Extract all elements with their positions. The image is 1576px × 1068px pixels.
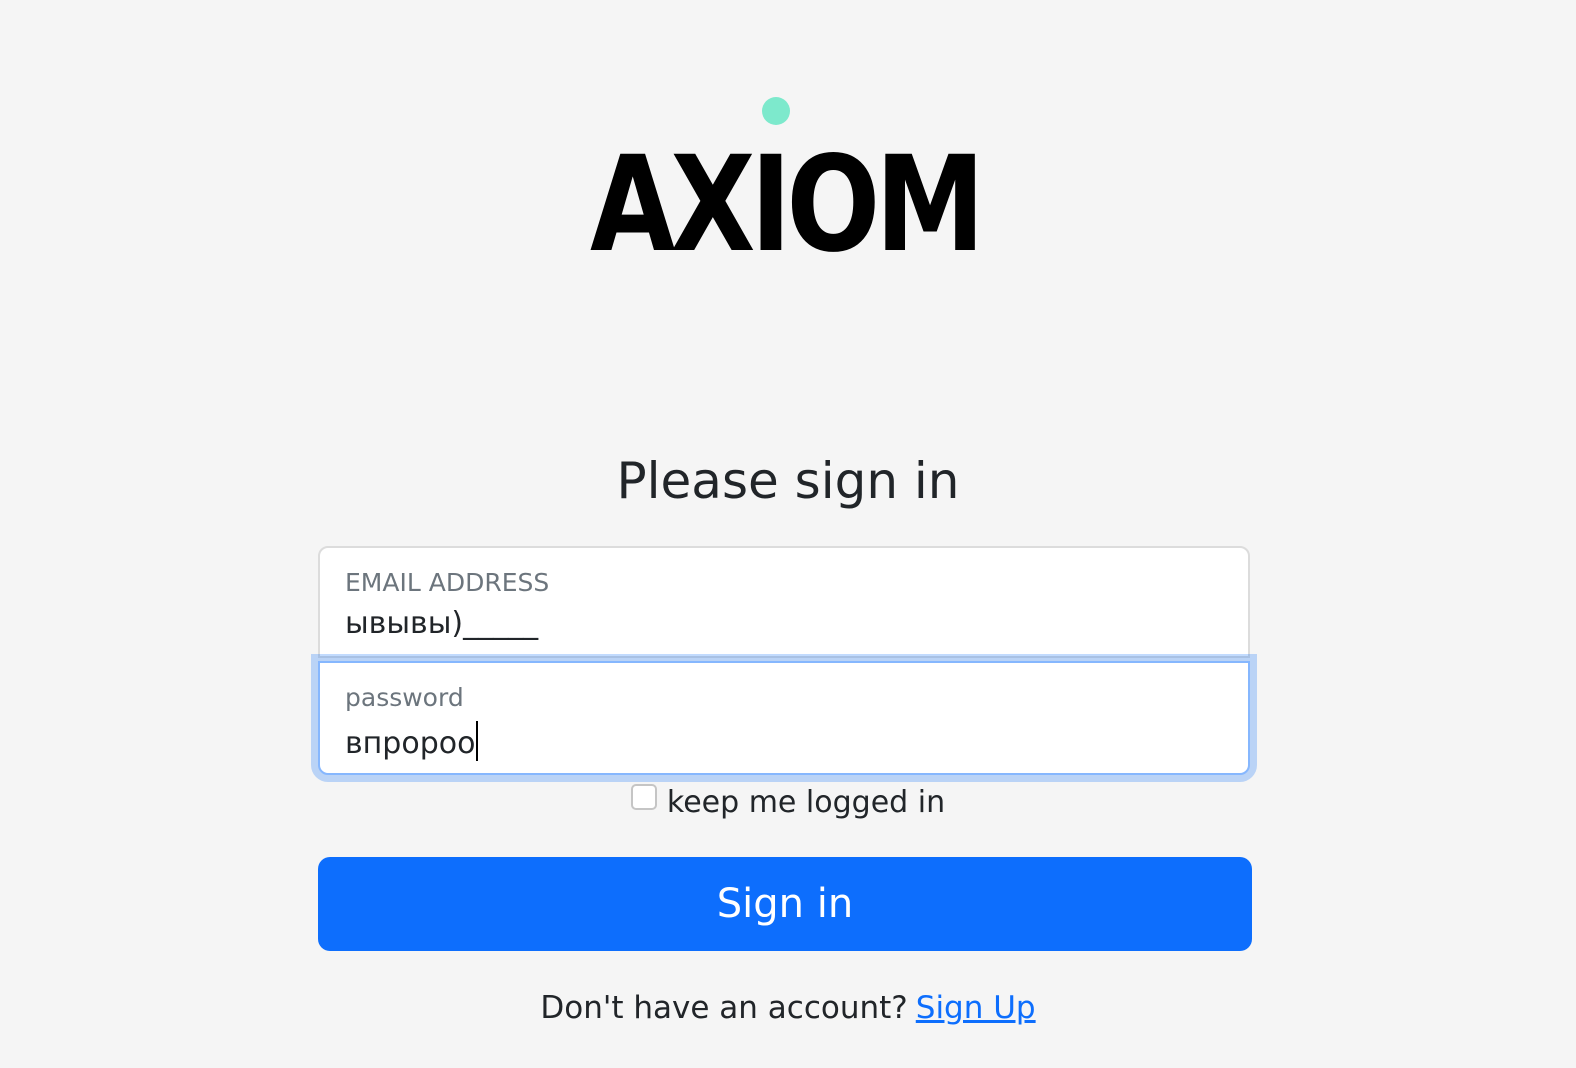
password-field[interactable]: password впророо bbox=[318, 661, 1250, 775]
password-label: password bbox=[345, 683, 464, 712]
password-value: впророо bbox=[345, 726, 476, 761]
email-field[interactable]: EMAIL ADDRESS ывывы)_____ bbox=[318, 546, 1250, 658]
logo-text: AXIOM bbox=[590, 128, 980, 265]
signup-row: Don't have an account? Sign Up bbox=[0, 990, 1576, 1026]
axiom-logo: AXIOM bbox=[560, 85, 1010, 265]
remember-me-label[interactable]: keep me logged in bbox=[667, 785, 945, 820]
remember-me-row: keep me logged in bbox=[0, 784, 1576, 820]
email-value[interactable]: ывывы)_____ bbox=[345, 606, 538, 641]
signup-prompt: Don't have an account? bbox=[540, 990, 908, 1026]
logo-dot bbox=[762, 97, 790, 125]
page-title: Please sign in bbox=[616, 452, 960, 510]
sign-in-button[interactable]: Sign in bbox=[318, 857, 1252, 951]
password-value-wrap[interactable]: впророо bbox=[345, 721, 479, 761]
sign-up-link[interactable]: Sign Up bbox=[916, 990, 1036, 1026]
remember-me-checkbox[interactable] bbox=[630, 784, 657, 810]
text-caret bbox=[476, 721, 479, 761]
email-label: EMAIL ADDRESS bbox=[345, 568, 550, 597]
